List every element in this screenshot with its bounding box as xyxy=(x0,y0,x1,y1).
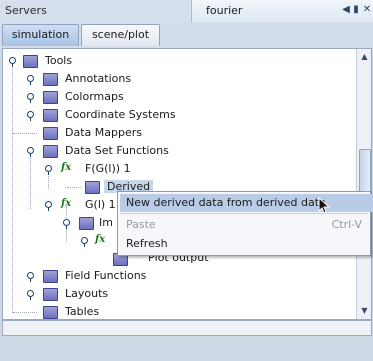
tree-item-coordinate-systems[interactable]: Coordinate Systems xyxy=(3,106,353,124)
scroll-down-icon[interactable]: ▼ xyxy=(359,305,370,316)
servers-title-area: Servers xyxy=(0,0,190,22)
expand-handle-icon[interactable] xyxy=(27,111,34,121)
tree-item-label: G(l) 1 xyxy=(85,198,116,211)
menu-item-paste[interactable]: Paste Ctrl-V xyxy=(120,216,373,234)
expand-handle-icon[interactable] xyxy=(81,237,88,247)
tree-item-label: F(G(l)) 1 xyxy=(85,162,131,175)
expand-handle-icon[interactable] xyxy=(27,75,34,85)
folder-icon xyxy=(43,109,58,122)
folder-icon xyxy=(43,73,58,86)
folder-icon xyxy=(79,217,94,230)
function-fx-icon: fx xyxy=(61,198,72,209)
function-fx-icon: fx xyxy=(61,162,72,173)
scroll-up-icon[interactable]: ▲ xyxy=(359,51,370,62)
tree-item-fgl-function[interactable]: fx F(G(l)) 1 xyxy=(3,160,353,178)
tree-item-data-set-functions[interactable]: Data Set Functions xyxy=(3,142,353,160)
fourier-title-area: fourier ◀ ▮ ✕ xyxy=(191,0,373,22)
tree-line xyxy=(13,133,37,134)
folder-icon xyxy=(43,306,58,319)
window-titlebar: Servers fourier ◀ ▮ ✕ xyxy=(0,0,373,23)
tree-item-layouts[interactable]: Layouts xyxy=(3,285,353,303)
tree-item-label: Coordinate Systems xyxy=(65,108,176,121)
tree-item-field-functions[interactable]: Field Functions xyxy=(3,267,353,285)
simulation-tree-panel: Tools Annotations Colormaps Coordinate S… xyxy=(2,48,372,320)
tab-scene-plot[interactable]: scene/plot xyxy=(81,24,160,46)
expand-handle-icon[interactable] xyxy=(45,165,52,175)
folder-icon xyxy=(85,181,100,194)
folder-icon xyxy=(43,270,58,283)
tree-line xyxy=(67,187,81,188)
tree-item-tools[interactable]: Tools xyxy=(3,52,353,70)
tree-item-annotations[interactable]: Annotations xyxy=(3,70,353,88)
close-icon[interactable]: ✕ xyxy=(361,4,373,16)
context-menu: New derived data from derived data Paste… xyxy=(117,191,373,256)
fourier-title: fourier xyxy=(206,4,243,17)
paste-shortcut: Ctrl-V xyxy=(331,218,362,231)
tree-item-label: Tables xyxy=(65,305,100,318)
folder-icon xyxy=(43,127,58,140)
tree-line xyxy=(13,312,37,313)
tree-item-label: Field Functions xyxy=(65,269,147,282)
expand-handle-icon[interactable] xyxy=(27,147,34,157)
tree-item-label: Tools xyxy=(45,54,73,67)
folder-icon xyxy=(43,145,58,158)
expand-handle-icon[interactable] xyxy=(27,290,34,300)
expand-handle-icon[interactable] xyxy=(27,93,34,103)
tree-item-label: Annotations xyxy=(65,72,132,85)
servers-title: Servers xyxy=(5,4,47,17)
tree-item-tables[interactable]: Tables xyxy=(3,303,353,319)
folder-icon xyxy=(23,55,38,68)
expand-handle-icon[interactable] xyxy=(63,219,70,229)
paste-label: Paste xyxy=(126,218,156,231)
tab-strip: simulation scene/plot xyxy=(0,22,373,48)
tab-simulation[interactable]: simulation xyxy=(2,24,79,46)
tree-item-colormaps[interactable]: Colormaps xyxy=(3,88,353,106)
folder-icon xyxy=(43,288,58,301)
tree-item-label: Im xyxy=(99,216,113,229)
expand-handle-icon[interactable] xyxy=(27,272,34,282)
tree-item-label: Colormaps xyxy=(65,90,124,103)
tree-item-label: Layouts xyxy=(65,287,109,300)
status-bar xyxy=(0,338,373,361)
tree-item-label: Data Mappers xyxy=(65,126,142,139)
mouse-pointer-icon xyxy=(318,197,331,214)
expand-handle-icon[interactable] xyxy=(9,57,16,67)
tree-item-label: Data Set Functions xyxy=(65,144,169,157)
folder-icon xyxy=(43,91,58,104)
menu-item-new-derived-data[interactable]: New derived data from derived data xyxy=(120,194,373,212)
expand-handle-icon[interactable] xyxy=(45,201,52,211)
horizontal-scrollbar[interactable] xyxy=(2,320,372,336)
menu-item-refresh[interactable]: Refresh xyxy=(120,235,373,253)
vertical-scrollbar[interactable]: ▲ ▼ xyxy=(356,49,371,319)
tree-item-data-mappers[interactable]: Data Mappers xyxy=(3,124,353,142)
function-fx-icon: fx xyxy=(95,234,106,245)
